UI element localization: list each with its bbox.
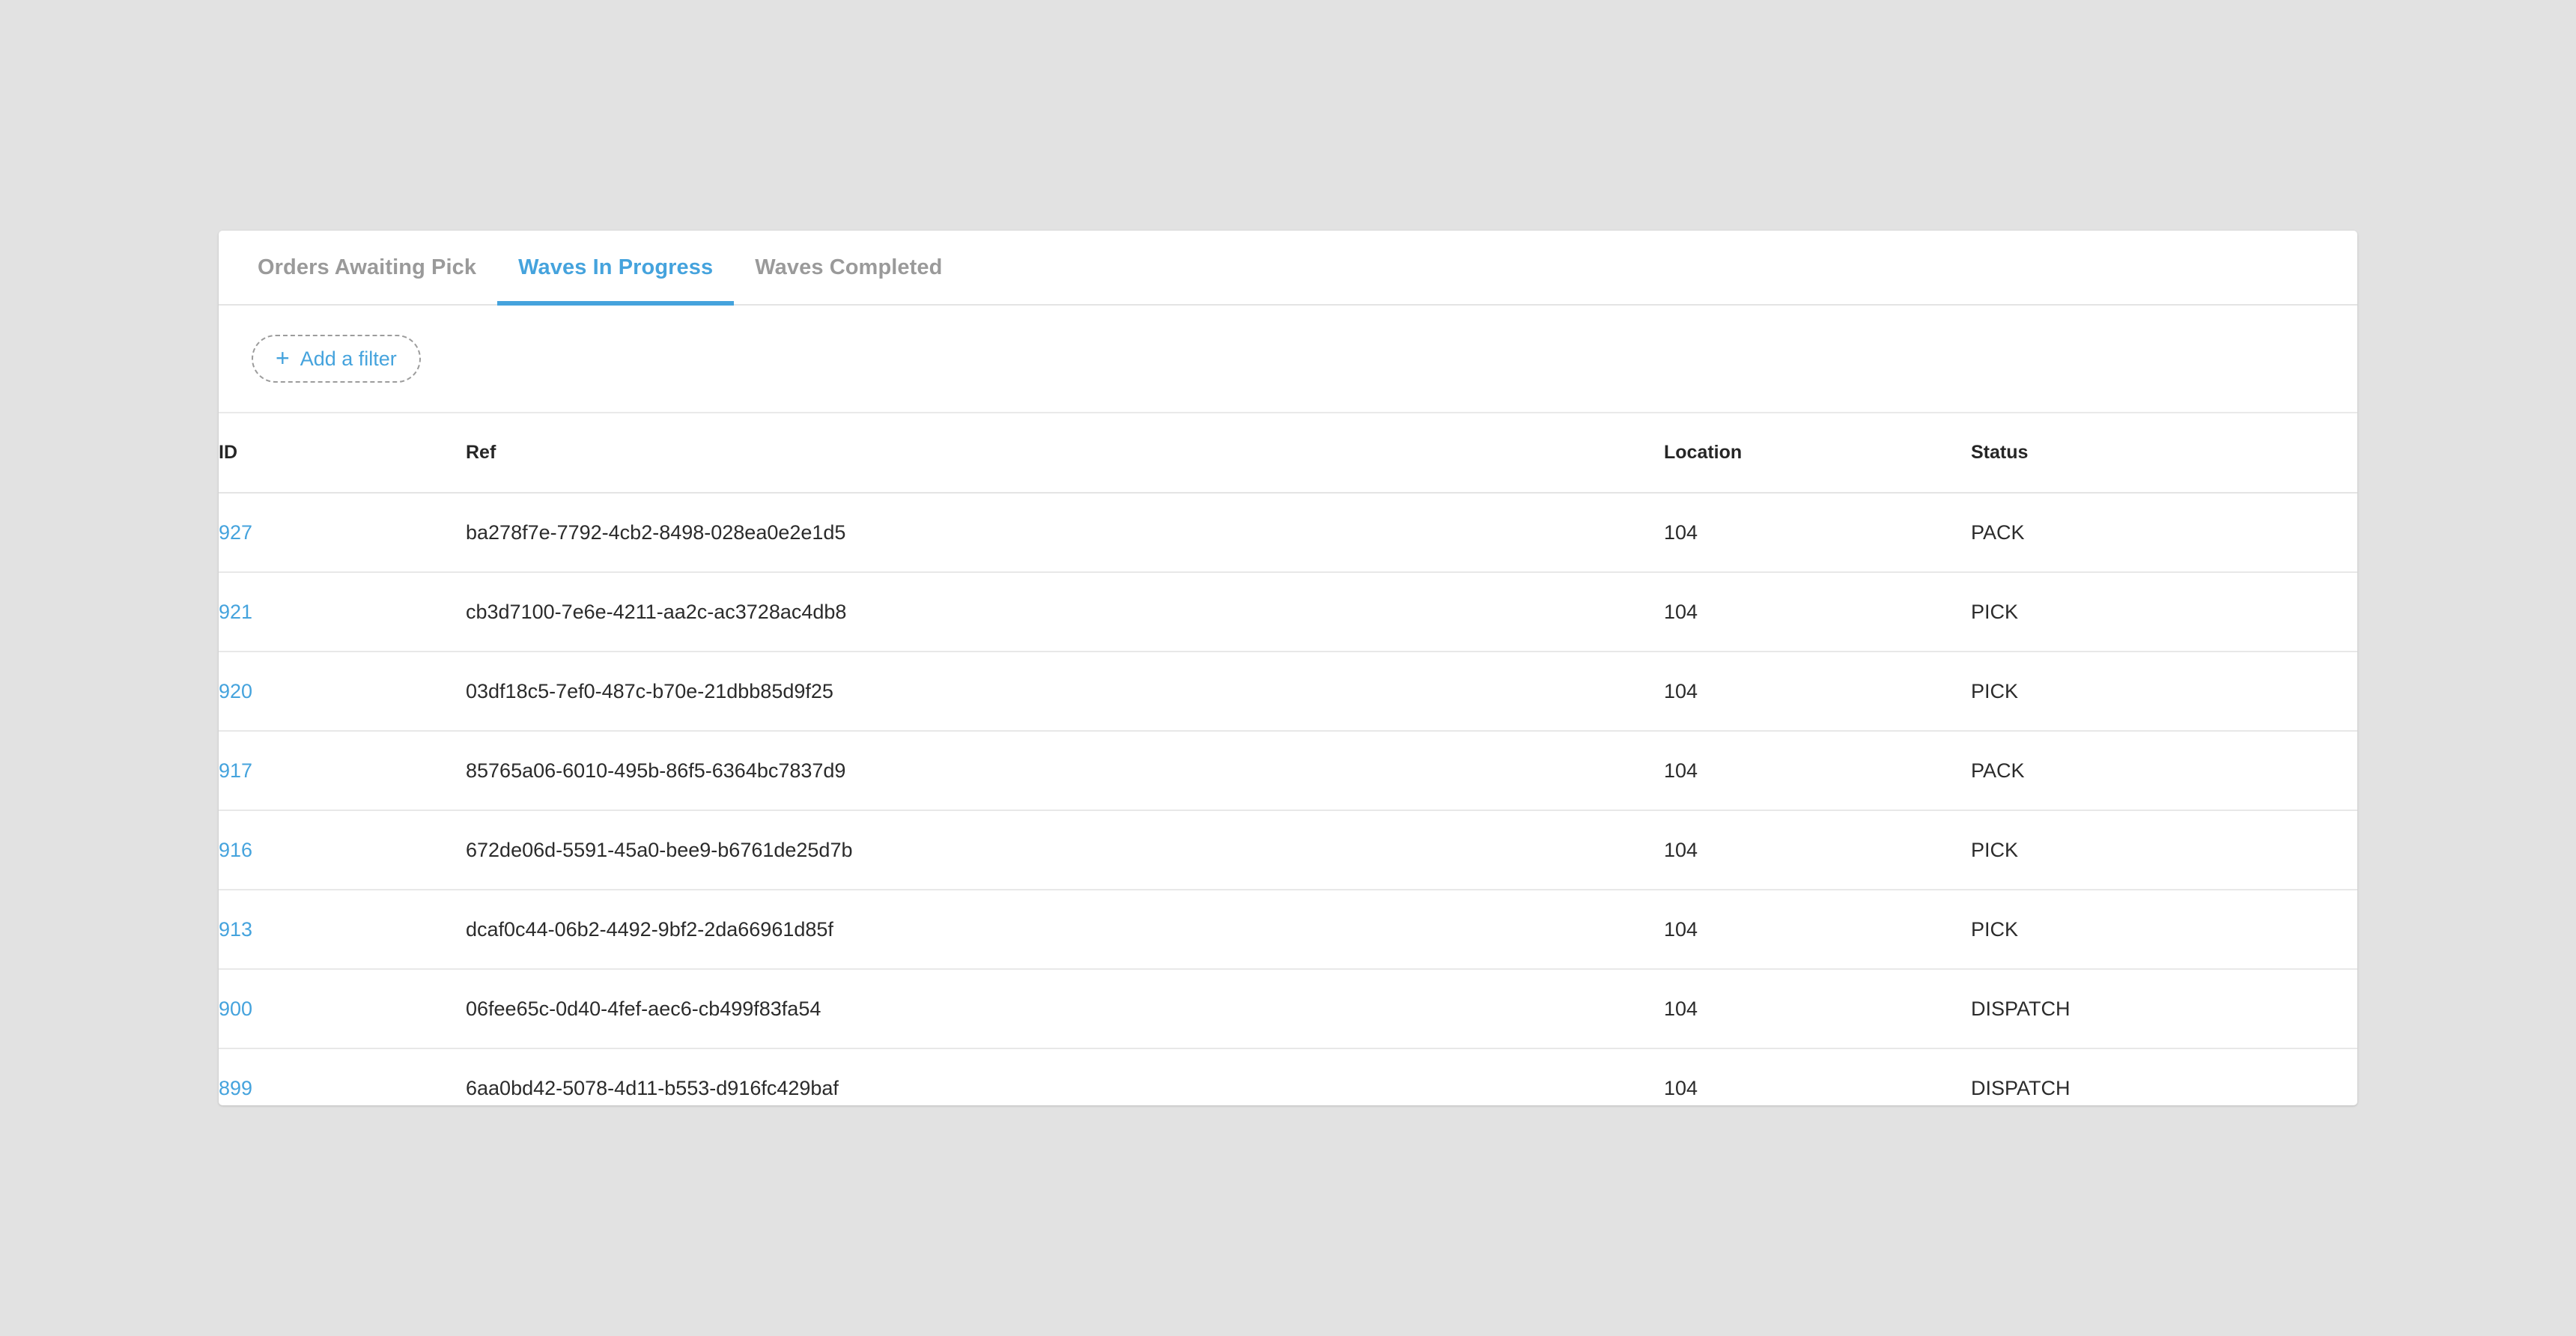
column-header-id[interactable]: ID — [219, 413, 466, 493]
add-filter-button[interactable]: + Add a filter — [252, 335, 421, 383]
table-header: ID Ref Location Status — [219, 413, 2357, 493]
cell-status: PACK — [1971, 731, 2357, 810]
waves-panel-card: Orders Awaiting Pick Waves In Progress W… — [219, 231, 2357, 1105]
table-row[interactable]: 916 672de06d-5591-45a0-bee9-b6761de25d7b… — [219, 810, 2357, 890]
table-body: 927 ba278f7e-7792-4cb2-8498-028ea0e2e1d5… — [219, 493, 2357, 1105]
tab-orders-awaiting-pick[interactable]: Orders Awaiting Pick — [237, 231, 497, 304]
wave-id-link[interactable]: 916 — [219, 839, 252, 861]
cell-id: 913 — [219, 890, 466, 969]
tab-bar: Orders Awaiting Pick Waves In Progress W… — [219, 231, 2357, 306]
tab-label: Orders Awaiting Pick — [258, 255, 476, 280]
tab-waves-in-progress[interactable]: Waves In Progress — [497, 231, 734, 304]
cell-ref: 85765a06-6010-495b-86f5-6364bc7837d9 — [466, 731, 1664, 810]
cell-ref: ba278f7e-7792-4cb2-8498-028ea0e2e1d5 — [466, 493, 1664, 572]
cell-status: PICK — [1971, 652, 2357, 731]
tab-label: Waves Completed — [755, 255, 942, 280]
cell-location: 104 — [1664, 1048, 1971, 1105]
wave-id-link[interactable]: 920 — [219, 680, 252, 702]
cell-ref: cb3d7100-7e6e-4211-aa2c-ac3728ac4db8 — [466, 572, 1664, 652]
wave-id-link[interactable]: 917 — [219, 759, 252, 782]
page-root: Orders Awaiting Pick Waves In Progress W… — [0, 0, 2576, 1336]
cell-status: DISPATCH — [1971, 969, 2357, 1048]
cell-ref: 672de06d-5591-45a0-bee9-b6761de25d7b — [466, 810, 1664, 890]
tab-waves-completed[interactable]: Waves Completed — [734, 231, 963, 304]
cell-ref: 03df18c5-7ef0-487c-b70e-21dbb85d9f25 — [466, 652, 1664, 731]
cell-id: 920 — [219, 652, 466, 731]
add-filter-label: Add a filter — [300, 347, 397, 371]
cell-id: 916 — [219, 810, 466, 890]
cell-id: 917 — [219, 731, 466, 810]
cell-id: 900 — [219, 969, 466, 1048]
cell-status: DISPATCH — [1971, 1048, 2357, 1105]
wave-id-link[interactable]: 921 — [219, 601, 252, 623]
table-row[interactable]: 917 85765a06-6010-495b-86f5-6364bc7837d9… — [219, 731, 2357, 810]
plus-icon: + — [276, 346, 290, 370]
cell-location: 104 — [1664, 493, 1971, 572]
table-row[interactable]: 899 6aa0bd42-5078-4d11-b553-d916fc429baf… — [219, 1048, 2357, 1105]
cell-ref: dcaf0c44-06b2-4492-9bf2-2da66961d85f — [466, 890, 1664, 969]
cell-location: 104 — [1664, 572, 1971, 652]
table-header-row: ID Ref Location Status — [219, 413, 2357, 493]
column-header-ref[interactable]: Ref — [466, 413, 1664, 493]
filter-bar: + Add a filter — [219, 306, 2357, 413]
cell-status: PACK — [1971, 493, 2357, 572]
tab-label: Waves In Progress — [518, 255, 713, 280]
cell-id: 921 — [219, 572, 466, 652]
cell-status: PICK — [1971, 810, 2357, 890]
cell-ref: 06fee65c-0d40-4fef-aec6-cb499f83fa54 — [466, 969, 1664, 1048]
table-row[interactable]: 913 dcaf0c44-06b2-4492-9bf2-2da66961d85f… — [219, 890, 2357, 969]
column-header-location[interactable]: Location — [1664, 413, 1971, 493]
cell-status: PICK — [1971, 572, 2357, 652]
cell-location: 104 — [1664, 890, 1971, 969]
cell-id: 899 — [219, 1048, 466, 1105]
wave-id-link[interactable]: 899 — [219, 1077, 252, 1099]
cell-location: 104 — [1664, 969, 1971, 1048]
column-header-status[interactable]: Status — [1971, 413, 2357, 493]
wave-id-link[interactable]: 927 — [219, 521, 252, 544]
cell-ref: 6aa0bd42-5078-4d11-b553-d916fc429baf — [466, 1048, 1664, 1105]
wave-id-link[interactable]: 913 — [219, 918, 252, 941]
cell-status: PICK — [1971, 890, 2357, 969]
table-row[interactable]: 921 cb3d7100-7e6e-4211-aa2c-ac3728ac4db8… — [219, 572, 2357, 652]
table-row[interactable]: 900 06fee65c-0d40-4fef-aec6-cb499f83fa54… — [219, 969, 2357, 1048]
table-row[interactable]: 927 ba278f7e-7792-4cb2-8498-028ea0e2e1d5… — [219, 493, 2357, 572]
cell-location: 104 — [1664, 652, 1971, 731]
table-row[interactable]: 920 03df18c5-7ef0-487c-b70e-21dbb85d9f25… — [219, 652, 2357, 731]
cell-location: 104 — [1664, 810, 1971, 890]
cell-id: 927 — [219, 493, 466, 572]
wave-id-link[interactable]: 900 — [219, 998, 252, 1020]
cell-location: 104 — [1664, 731, 1971, 810]
waves-table: ID Ref Location Status 927 ba278f7e-7792… — [219, 413, 2357, 1105]
